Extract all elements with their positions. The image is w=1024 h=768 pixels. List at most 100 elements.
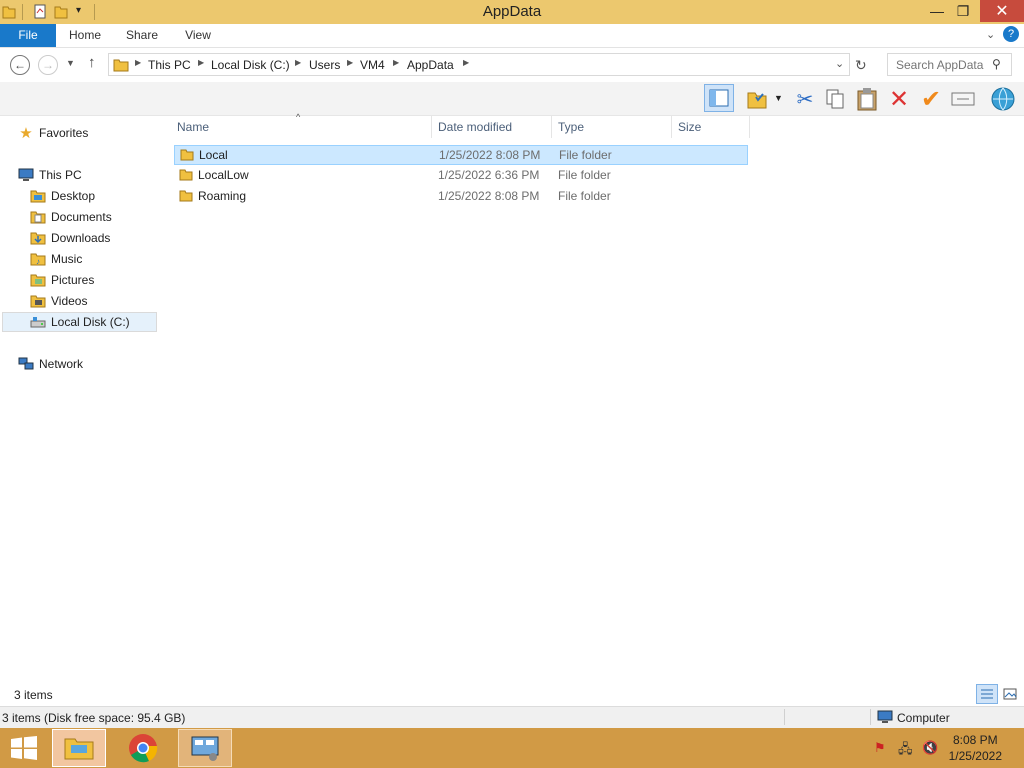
- table-row[interactable]: LocalLow 1/25/2022 6:36 PM File folder: [174, 166, 748, 186]
- file-type: File folder: [558, 168, 611, 182]
- sidebar-item-local-disk[interactable]: Local Disk (C:): [2, 312, 157, 332]
- column-header-name[interactable]: Name: [171, 116, 432, 138]
- ribbon-tabs: File Home Share View ⌄ ?: [0, 24, 1024, 48]
- navigation-row: ← → ▼ ↑ ▶ This PC ▶ Local Disk (C:) ▶ Us…: [0, 48, 1024, 82]
- breadcrumb-separator[interactable]: ▶: [393, 58, 399, 67]
- preview-pane-icon[interactable]: [704, 84, 734, 112]
- address-bar[interactable]: ▶ This PC ▶ Local Disk (C:) ▶ Users ▶ VM…: [108, 53, 850, 76]
- drive-icon: [30, 314, 46, 330]
- sidebar-item-label: Local Disk (C:): [51, 315, 130, 329]
- network-tray-icon[interactable]: 🖧: [898, 740, 913, 762]
- sidebar-item-label: Pictures: [51, 273, 95, 287]
- file-type: File folder: [559, 148, 612, 162]
- breadcrumb-separator[interactable]: ▶: [347, 58, 353, 67]
- sidebar-item-favorites[interactable]: ★ Favorites: [18, 123, 176, 143]
- dropdown-arrow-icon[interactable]: ▼: [774, 93, 783, 103]
- tab-view[interactable]: View: [176, 24, 220, 47]
- file-name: LocalLow: [198, 168, 249, 182]
- pictures-folder-icon: [30, 272, 46, 288]
- breadcrumb-separator[interactable]: ▶: [198, 58, 204, 67]
- start-button[interactable]: [0, 729, 48, 767]
- up-arrow-icon[interactable]: ↑: [88, 54, 96, 71]
- sidebar-item-label: Downloads: [51, 231, 111, 245]
- column-header-type[interactable]: Type: [552, 116, 672, 138]
- disk-free-space: 3 items (Disk free space: 95.4 GB): [2, 711, 186, 725]
- divider: [870, 709, 871, 725]
- item-count: 3 items: [14, 688, 53, 702]
- file-name: Roaming: [198, 189, 247, 203]
- volume-muted-icon[interactable]: 🔇: [922, 740, 938, 756]
- breadcrumb-local-disk[interactable]: Local Disk (C:): [211, 58, 290, 72]
- cut-icon[interactable]: ✂: [792, 86, 818, 112]
- file-list: ^ Name Date modified Type Size Local 1/2…: [160, 112, 1024, 678]
- sidebar-item-this-pc[interactable]: This PC: [18, 165, 176, 185]
- navigation-pane: ★ Favorites This PC Desktop Documents Do…: [0, 116, 160, 678]
- tab-home[interactable]: Home: [60, 24, 110, 47]
- tab-file[interactable]: File: [0, 24, 56, 47]
- search-input[interactable]: [888, 54, 988, 75]
- sidebar-item-label: Desktop: [51, 189, 96, 203]
- maximize-button[interactable]: ❐: [950, 0, 976, 22]
- refresh-icon[interactable]: ↻: [855, 57, 867, 74]
- breadcrumb-this-pc[interactable]: This PC: [148, 58, 191, 72]
- select-folder-icon[interactable]: [744, 86, 770, 112]
- folder-icon: [113, 59, 129, 72]
- computer-icon: [18, 167, 34, 183]
- search-box[interactable]: ⚲: [887, 53, 1012, 76]
- sidebar-item-network[interactable]: Network: [18, 354, 176, 374]
- minimize-button[interactable]: —: [924, 0, 950, 22]
- paste-icon[interactable]: [854, 86, 880, 112]
- close-button[interactable]: ✕: [980, 0, 1024, 22]
- breadcrumb-separator[interactable]: ▶: [463, 58, 469, 67]
- taskbar-file-explorer[interactable]: [52, 729, 106, 767]
- help-icon[interactable]: ?: [1003, 26, 1019, 42]
- breadcrumb-separator[interactable]: ▶: [295, 58, 301, 67]
- details-view-button[interactable]: [976, 684, 998, 704]
- command-toolbar: ▼ ✂ ✕ ✔: [0, 82, 1024, 116]
- title-bar: ▾ AppData — ❐ ✕: [0, 0, 1024, 24]
- breadcrumb-vm4[interactable]: VM4: [360, 58, 385, 72]
- forward-button[interactable]: →: [38, 55, 58, 75]
- clock[interactable]: 8:08 PM 1/25/2022: [949, 732, 1002, 764]
- taskbar-network-app[interactable]: [178, 729, 232, 767]
- chevron-down-icon[interactable]: ⌄: [986, 28, 995, 41]
- taskbar: ⚑ 🖧 🔇 8:08 PM 1/25/2022: [0, 728, 1024, 768]
- details-bar: 3 items (Disk free space: 95.4 GB) Compu…: [0, 706, 1024, 728]
- videos-folder-icon: [30, 293, 46, 309]
- status-bar: 3 items: [0, 684, 1024, 706]
- svg-text:♪: ♪: [36, 257, 40, 266]
- properties-icon[interactable]: [950, 86, 976, 112]
- file-date: 1/25/2022 6:36 PM: [438, 168, 540, 182]
- breadcrumb-users[interactable]: Users: [309, 58, 340, 72]
- breadcrumb-appdata[interactable]: AppData: [407, 58, 454, 72]
- column-header-date-modified[interactable]: Date modified: [432, 116, 552, 138]
- search-icon[interactable]: ⚲: [992, 57, 1001, 71]
- address-dropdown-icon[interactable]: ⌄: [835, 57, 844, 70]
- file-type: File folder: [558, 189, 611, 203]
- sidebar-item-label: Music: [51, 252, 83, 266]
- action-center-icon[interactable]: ⚑: [874, 740, 886, 756]
- folder-icon: [179, 169, 193, 181]
- globe-icon[interactable]: [990, 86, 1016, 112]
- downloads-folder-icon: [30, 230, 46, 246]
- table-row[interactable]: Local 1/25/2022 8:08 PM File folder: [174, 145, 748, 165]
- back-button[interactable]: ←: [10, 55, 30, 75]
- table-row[interactable]: Roaming 1/25/2022 8:08 PM File folder: [174, 187, 748, 207]
- folder-icon: [179, 190, 193, 202]
- delete-icon[interactable]: ✕: [886, 86, 912, 113]
- rename-icon[interactable]: ✔: [918, 86, 944, 113]
- star-icon: ★: [19, 125, 33, 142]
- tab-share[interactable]: Share: [118, 24, 166, 47]
- network-icon: [18, 356, 34, 372]
- large-icons-view-button[interactable]: [1000, 684, 1020, 704]
- column-header-size[interactable]: Size: [672, 116, 750, 138]
- desktop-folder-icon: [30, 188, 46, 204]
- recent-locations-icon[interactable]: ▼: [66, 58, 75, 68]
- clock-time: 8:08 PM: [952, 733, 998, 747]
- breadcrumb-separator[interactable]: ▶: [135, 58, 141, 67]
- file-name: Local: [199, 148, 228, 162]
- sidebar-item-label: Network: [39, 357, 84, 371]
- file-date: 1/25/2022 8:08 PM: [439, 148, 541, 162]
- taskbar-chrome[interactable]: [116, 729, 170, 767]
- copy-icon[interactable]: [822, 86, 848, 112]
